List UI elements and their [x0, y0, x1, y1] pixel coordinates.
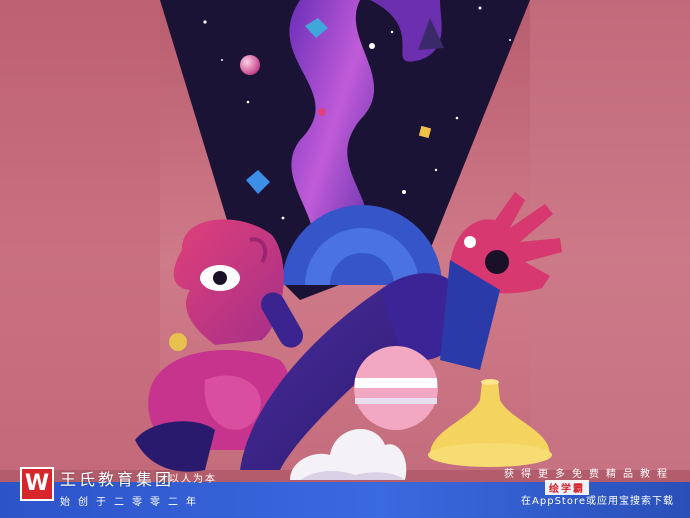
brand-founded: 始创于二零零二年 [60, 497, 204, 508]
logo-letter: W [24, 471, 50, 496]
ball-pink [240, 55, 260, 75]
back-wall-left [0, 0, 160, 480]
brand-logo: W [20, 467, 54, 501]
ball-gold [169, 333, 187, 351]
hand-eye [485, 250, 509, 274]
illustration [0, 0, 690, 518]
brand-slogan: 以人为本 [169, 474, 217, 485]
promo-line-1: 获得更多免费精品教程 [504, 469, 674, 480]
brand-name: 王氏教育集团 [60, 470, 175, 489]
ball-small [318, 108, 326, 116]
promo-line-2: 在AppStore或应用宝搜索下载 [521, 496, 674, 507]
